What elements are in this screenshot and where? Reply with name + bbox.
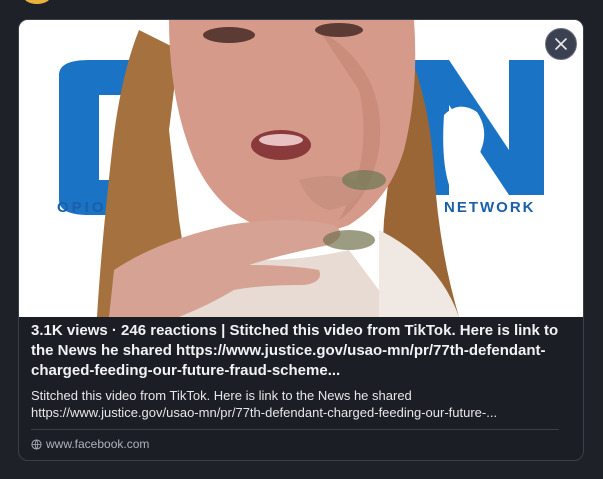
thumbnail-image: OPIOI NETWORK [19, 20, 583, 317]
divider [31, 429, 559, 430]
post-headline[interactable]: 3.1K views · 246 reactions | Stitched th… [31, 321, 573, 381]
logo-text-right: NETWORK [444, 199, 536, 216]
link-preview-text[interactable]: 3.1K views · 246 reactions | Stitched th… [31, 321, 573, 452]
description-line-2: https://www.justice.gov/usao-mn/pr/77th-… [31, 405, 498, 420]
description-line-1: Stitched this video from TikTok. Here is… [31, 388, 412, 403]
post-description: Stitched this video from TikTok. Here is… [31, 387, 573, 421]
video-thumbnail[interactable]: OPIOI NETWORK [19, 20, 583, 317]
close-button[interactable] [545, 28, 577, 60]
source-row[interactable]: www.facebook.com [31, 436, 573, 452]
page: OPIOI NETWORK 3.1K views · 246 reactions… [0, 0, 603, 479]
source-domain[interactable]: www.facebook.com [46, 436, 149, 452]
logo-text-left: OPIOI [57, 199, 114, 216]
link-preview-card[interactable]: OPIOI NETWORK 3.1K views · 246 reactions… [18, 19, 584, 461]
close-icon [555, 38, 567, 50]
avatar[interactable] [22, 0, 52, 4]
globe-icon [31, 438, 42, 450]
